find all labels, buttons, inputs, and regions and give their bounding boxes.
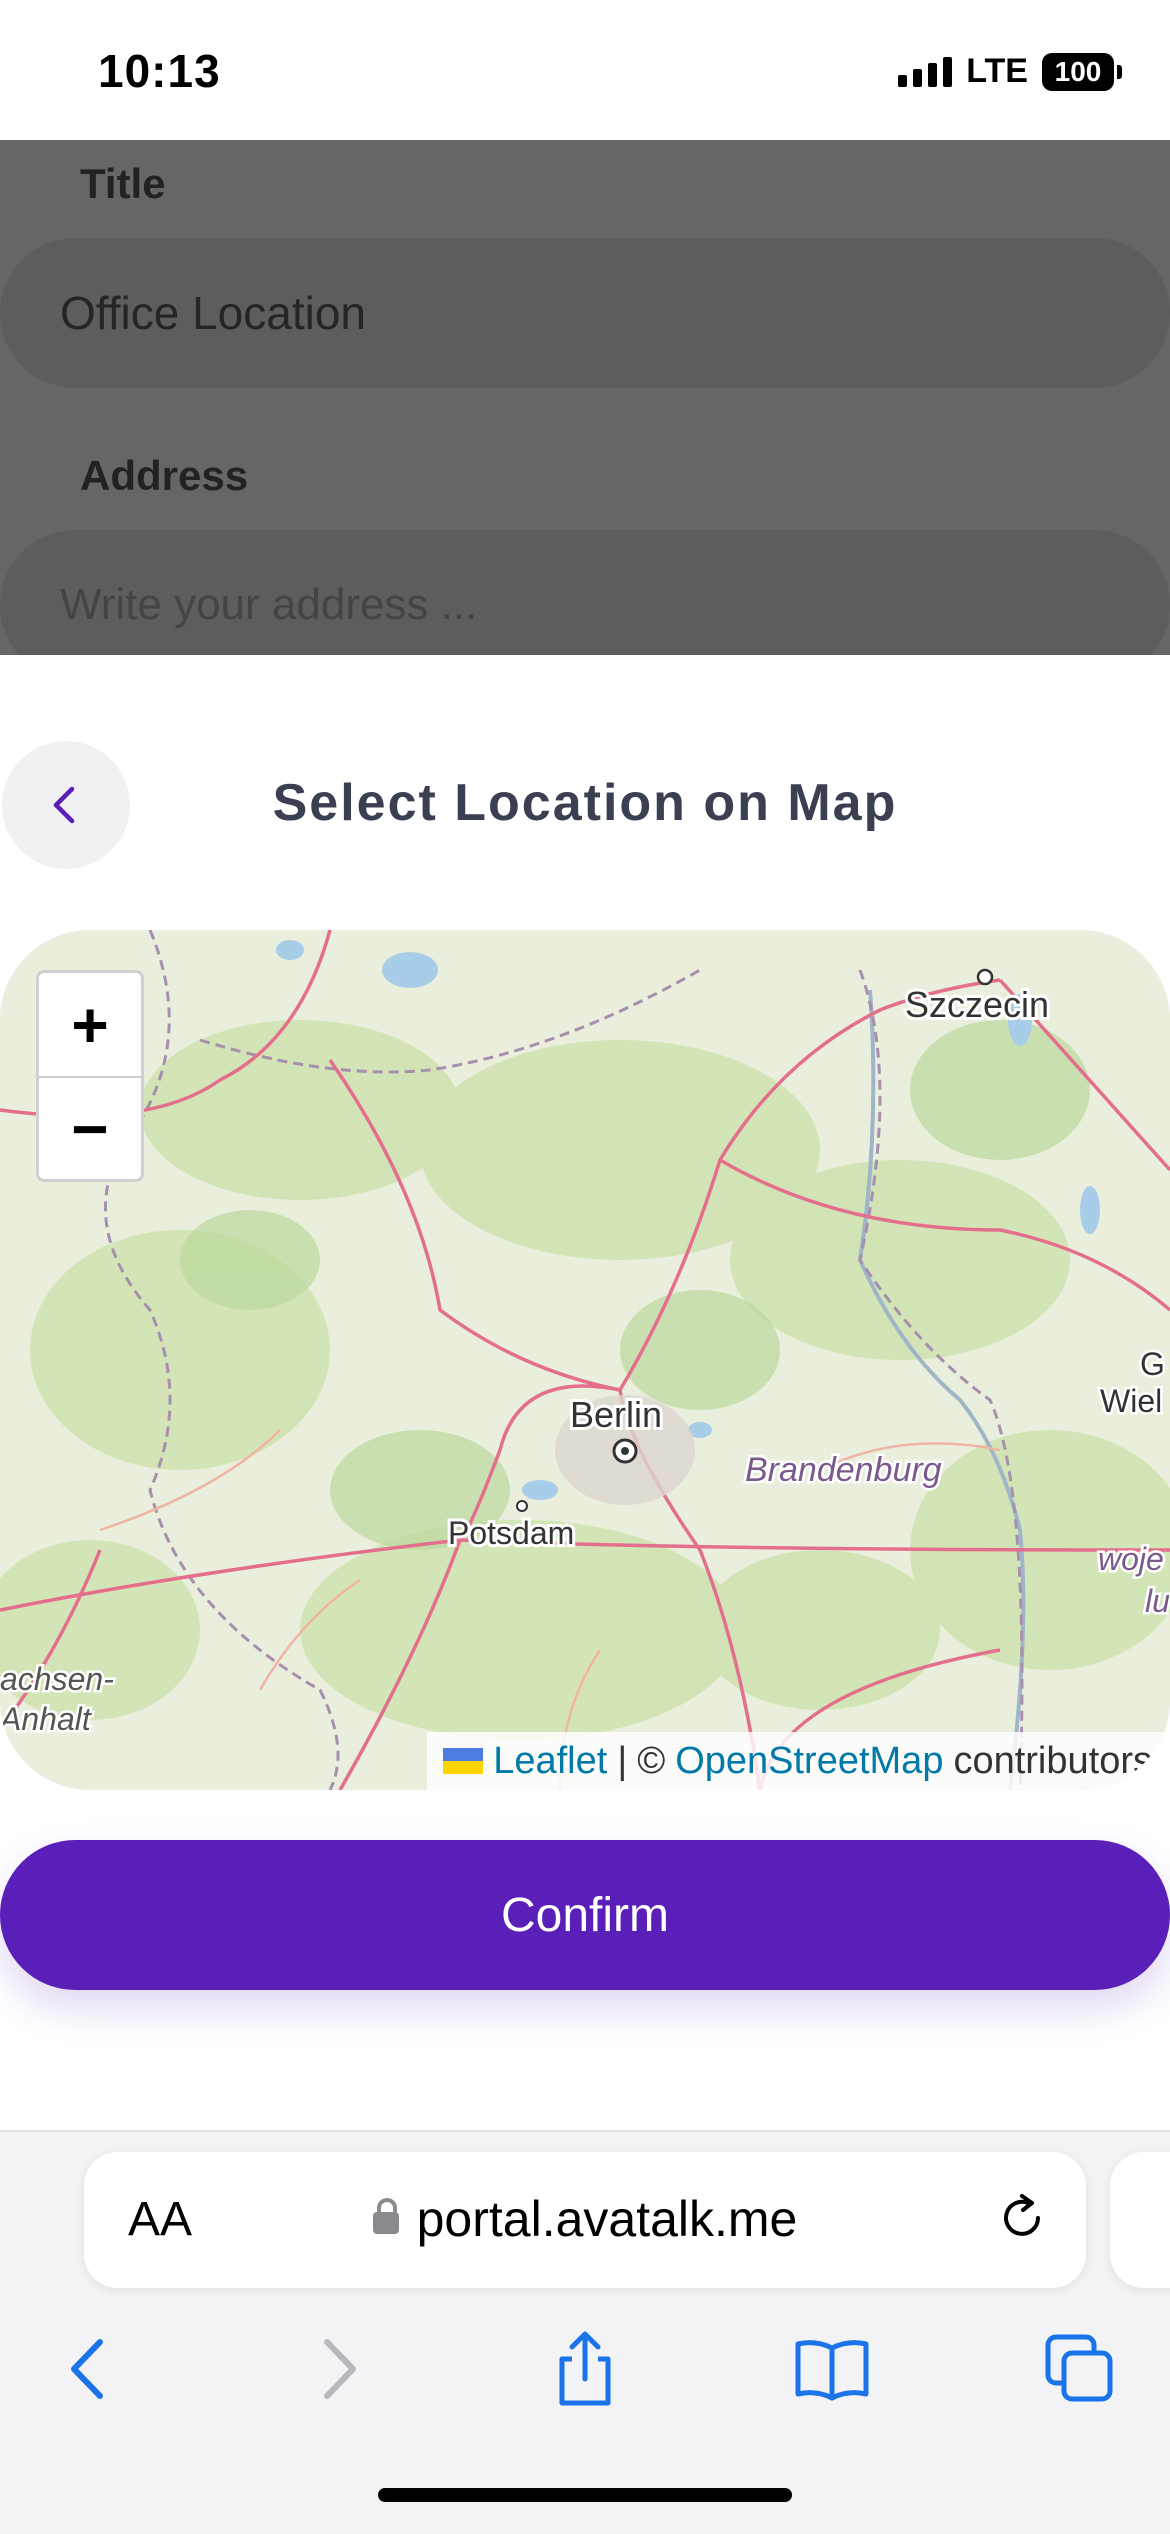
label-edge-2: Wiel <box>1100 1383 1162 1419</box>
label-sachsen-2: Anhalt <box>0 1701 92 1737</box>
status-indicators: LTE 100 <box>898 52 1122 91</box>
dimmed-form[interactable]: Title Office Location Address Write your… <box>0 140 1170 655</box>
forward-icon <box>324 2339 356 2399</box>
bookmarks-button[interactable] <box>787 2324 877 2414</box>
status-bar: 10:13 LTE 100 <box>0 0 1170 140</box>
address-field[interactable]: Write your address ... <box>0 530 1170 655</box>
zoom-control: + − <box>36 970 144 1182</box>
next-tab-preview[interactable] <box>1110 2152 1170 2288</box>
title-value: Office Location <box>60 287 367 339</box>
battery-icon: 100 <box>1042 52 1122 91</box>
url-display[interactable]: portal.avatalk.me <box>84 2190 1086 2248</box>
attribution-separator: | <box>617 1739 628 1782</box>
label-szczecin: Szczecin <box>905 984 1049 1025</box>
title-field[interactable]: Office Location <box>0 238 1170 388</box>
zoom-out-button[interactable]: − <box>39 1077 141 1180</box>
label-edge-4: lu <box>1145 1583 1170 1619</box>
tabs-button[interactable] <box>1035 2324 1125 2414</box>
zoom-in-button[interactable]: + <box>39 973 141 1078</box>
share-icon <box>559 2331 611 2406</box>
share-button[interactable] <box>540 2324 630 2414</box>
label-edge-3: woje <box>1098 1541 1164 1577</box>
tabs-icon <box>1045 2334 1113 2402</box>
label-potsdam: Potsdam <box>448 1515 574 1551</box>
attribution-copyright: © <box>637 1739 666 1782</box>
url-text: portal.avatalk.me <box>416 2191 798 2247</box>
openstreetmap-link[interactable]: OpenStreetMap <box>675 1740 943 1783</box>
reload-icon[interactable] <box>992 2188 1052 2248</box>
bookmarks-icon <box>795 2340 869 2401</box>
address-bar[interactable]: AA portal.avatalk.me <box>84 2152 1086 2288</box>
forward-nav-button[interactable] <box>295 2324 385 2414</box>
title-label: Title <box>80 160 166 207</box>
status-time: 10:13 <box>98 45 221 97</box>
location-sheet: Select Location on Map Szczecin Berlin B… <box>0 655 1170 2130</box>
ukraine-flag-icon <box>443 1748 484 1774</box>
map-attribution: Leaflet | © OpenStreetMap contributors <box>427 1732 1170 1790</box>
network-type: LTE <box>966 52 1028 90</box>
label-berlin: Berlin <box>570 1394 662 1435</box>
label-edge-1: G <box>1140 1346 1165 1382</box>
signal-icon <box>898 56 953 87</box>
label-brandenburg: Brandenburg <box>745 1451 942 1489</box>
map-tiles: Szczecin Berlin Brandenburg Potsdam achs… <box>0 930 1170 1790</box>
home-indicator <box>378 2488 792 2502</box>
battery-level: 100 <box>1054 55 1102 87</box>
confirm-button[interactable]: Confirm <box>0 1840 1170 1990</box>
address-label: Address <box>80 452 249 499</box>
back-nav-button[interactable] <box>42 2324 132 2414</box>
label-sachsen-1: achsen- <box>0 1661 114 1697</box>
sheet-title: Select Location on Map <box>272 774 898 832</box>
address-placeholder: Write your address ... <box>60 580 478 629</box>
browser-toolbar: AA portal.avatalk.me <box>0 2130 1170 2534</box>
leaflet-link[interactable]: Leaflet <box>493 1740 607 1783</box>
attribution-contributors: contributors <box>953 1739 1152 1782</box>
map-view[interactable]: Szczecin Berlin Brandenburg Potsdam achs… <box>0 930 1170 1790</box>
lock-icon <box>372 2198 399 2234</box>
back-icon <box>71 2339 103 2399</box>
